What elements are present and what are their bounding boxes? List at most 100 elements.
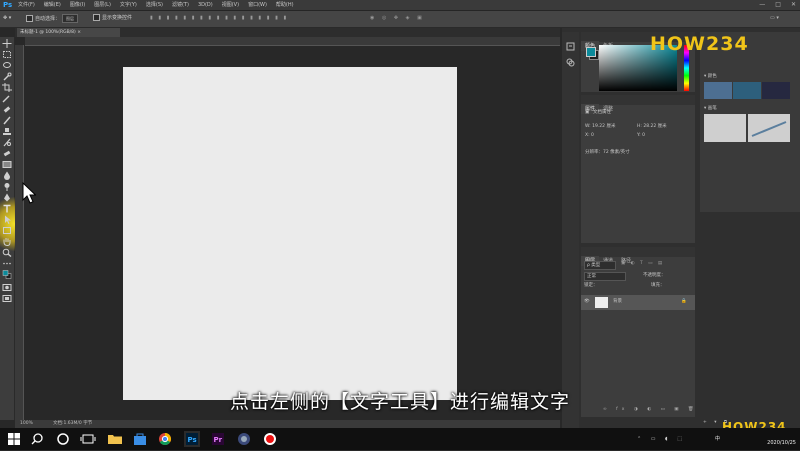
history-brush-tool-icon[interactable] <box>2 138 12 147</box>
brush-thumbnail-2[interactable] <box>748 114 790 142</box>
healing-brush-tool-icon[interactable] <box>2 105 12 114</box>
y-label: Y: <box>637 133 641 138</box>
auto-select-option[interactable]: 自动选择： 图层 <box>26 14 79 24</box>
gradient-tool-icon[interactable] <box>2 160 12 169</box>
taskbar-date[interactable]: 2020/10/25 <box>767 439 796 447</box>
workspace-icon[interactable]: ▭ ▾ <box>770 14 779 23</box>
close-button[interactable]: ✕ <box>791 0 796 10</box>
color-swatches-icon[interactable] <box>2 270 12 279</box>
pen-tool-icon[interactable] <box>2 193 12 202</box>
mouse-cursor-icon <box>22 182 36 204</box>
menu-layer[interactable]: 图层(L) <box>94 0 111 10</box>
store-icon[interactable] <box>132 431 148 447</box>
menu-type[interactable]: 文字(Y) <box>120 0 137 10</box>
video-caption: 点击左侧的【文字工具】进行编辑文字 <box>229 391 570 413</box>
menu-select[interactable]: 选择(S) <box>146 0 163 10</box>
menu-help[interactable]: 帮助(H) <box>276 0 294 10</box>
3d-mode-icons[interactable]: ◉ ◎ ✥ ◈ ▣ <box>370 14 425 23</box>
foreground-color-swatch[interactable] <box>586 47 599 60</box>
quick-mask-icon[interactable] <box>2 283 12 292</box>
crop-tool-icon[interactable] <box>2 83 12 92</box>
x-label: X: <box>585 133 590 138</box>
maximize-button[interactable]: □ <box>775 0 781 10</box>
svg-text:Pr: Pr <box>214 436 223 444</box>
layer-filter-dropdown[interactable]: ρ 类型 <box>584 261 616 270</box>
history-icon[interactable] <box>566 36 575 51</box>
libraries-panel: ▾ 颜色 ▾ 画笔 <box>700 32 800 212</box>
properties-tabs: 属性 调整 <box>581 95 695 114</box>
blur-tool-icon[interactable] <box>2 171 12 180</box>
auto-select-checkbox[interactable] <box>26 15 33 22</box>
layer-filter-icons[interactable]: ▣ ◐ T ▭ ▤ <box>621 261 664 267</box>
menu-file[interactable]: 文件(F) <box>18 0 35 10</box>
menu-image[interactable]: 图像(I) <box>70 0 85 10</box>
brush-settings-icon[interactable] <box>566 52 575 67</box>
ruler-horizontal <box>25 37 560 46</box>
task-view-icon[interactable] <box>80 431 96 447</box>
x-value[interactable]: 0 <box>591 133 594 138</box>
watermark-logo: HOW234 <box>650 33 749 55</box>
eyedropper-tool-icon[interactable] <box>2 94 12 103</box>
swatch-1[interactable] <box>704 82 732 99</box>
blend-mode-dropdown[interactable]: 正常 <box>584 272 626 281</box>
show-transform-checkbox[interactable] <box>93 14 100 21</box>
layer-name[interactable]: 背景 <box>613 299 622 305</box>
brush-thumbnail-1[interactable] <box>704 114 746 142</box>
more-tools-icon[interactable] <box>2 259 12 268</box>
menu-list: 文件(F) 编辑(E) 图像(I) 图层(L) 文字(Y) 选择(S) 滤镜(T… <box>18 0 294 10</box>
tools-panel <box>0 37 42 420</box>
cortana-icon[interactable] <box>55 431 71 447</box>
chrome-icon[interactable] <box>157 431 173 447</box>
layer-thumbnail <box>595 297 608 308</box>
visibility-eye-icon[interactable]: 👁 <box>584 299 590 305</box>
menu-3d[interactable]: 3D(D) <box>198 0 213 10</box>
document-canvas[interactable] <box>123 67 457 400</box>
zoom-tool-icon[interactable] <box>2 248 12 257</box>
menu-view[interactable]: 视图(V) <box>222 0 239 10</box>
tray-icons[interactable]: ⌃ ▭ ◖ ⬚ <box>637 435 686 443</box>
brush-tool-icon[interactable] <box>2 116 12 125</box>
windows-start-icon[interactable] <box>6 431 22 447</box>
show-transform-label: 显示变换控件 <box>102 15 133 21</box>
dodge-tool-icon[interactable] <box>2 182 12 191</box>
width-value[interactable]: 19.22 厘米 <box>592 124 615 129</box>
show-transform-option[interactable]: 显示变换控件 <box>93 14 132 23</box>
screen-mode-icon[interactable] <box>2 294 12 303</box>
minimize-button[interactable]: — <box>759 0 765 10</box>
menu-filter[interactable]: 滤镜(T) <box>172 0 189 10</box>
zoom-level[interactable]: 100% <box>20 420 33 428</box>
menu-edit[interactable]: 编辑(E) <box>44 0 61 10</box>
auto-select-label: 自动选择： <box>35 16 61 22</box>
document-tab[interactable]: 未标题-1 @ 100%(RGB/8) × <box>17 28 120 37</box>
media-player-icon[interactable] <box>236 431 252 447</box>
quick-select-tool-icon[interactable] <box>2 72 12 81</box>
rectangle-tool-icon[interactable] <box>2 226 12 235</box>
marquee-tool-icon[interactable] <box>2 50 12 59</box>
auto-select-dropdown[interactable]: 图层 <box>62 14 79 23</box>
premiere-taskbar-icon[interactable]: Pr <box>210 431 226 447</box>
path-selection-tool-icon[interactable] <box>2 215 12 224</box>
move-tool-icon[interactable] <box>2 39 12 48</box>
swatch-2[interactable] <box>733 82 761 99</box>
height-value[interactable]: 28.22 厘米 <box>643 124 666 129</box>
move-tool-icon[interactable]: ✥ ▾ <box>3 14 11 23</box>
hand-tool-icon[interactable] <box>2 237 12 246</box>
ime-indicator[interactable]: 中 <box>715 435 720 443</box>
swatches-section-label: ▾ 颜色 <box>704 74 717 79</box>
lasso-tool-icon[interactable] <box>2 61 12 70</box>
layer-row-background[interactable]: 👁 背景 🔒 <box>581 295 695 310</box>
type-tool-icon[interactable] <box>2 204 12 213</box>
eraser-tool-icon[interactable] <box>2 149 12 158</box>
file-explorer-icon[interactable] <box>107 431 123 447</box>
align-icons[interactable]: ▮ ▮ ▮ ▮ ▮ ▮ ▮ ▮ ▮ ▮ ▮ ▮ ▮ ▮ ▮ ▮ ▮ <box>150 14 288 23</box>
search-icon[interactable] <box>30 431 46 447</box>
screen-recorder-icon[interactable] <box>262 431 278 447</box>
menu-window[interactable]: 窗口(W) <box>248 0 267 10</box>
photoshop-logo: Ps <box>3 1 13 9</box>
svg-text:Ps: Ps <box>188 436 197 444</box>
photoshop-taskbar-icon[interactable]: Ps <box>184 431 200 447</box>
menu-bar: Ps 文件(F) 编辑(E) 图像(I) 图层(L) 文字(Y) 选择(S) 滤… <box>0 0 800 11</box>
clone-stamp-tool-icon[interactable] <box>2 127 12 136</box>
y-value[interactable]: 0 <box>642 133 645 138</box>
swatch-3[interactable] <box>762 82 790 99</box>
